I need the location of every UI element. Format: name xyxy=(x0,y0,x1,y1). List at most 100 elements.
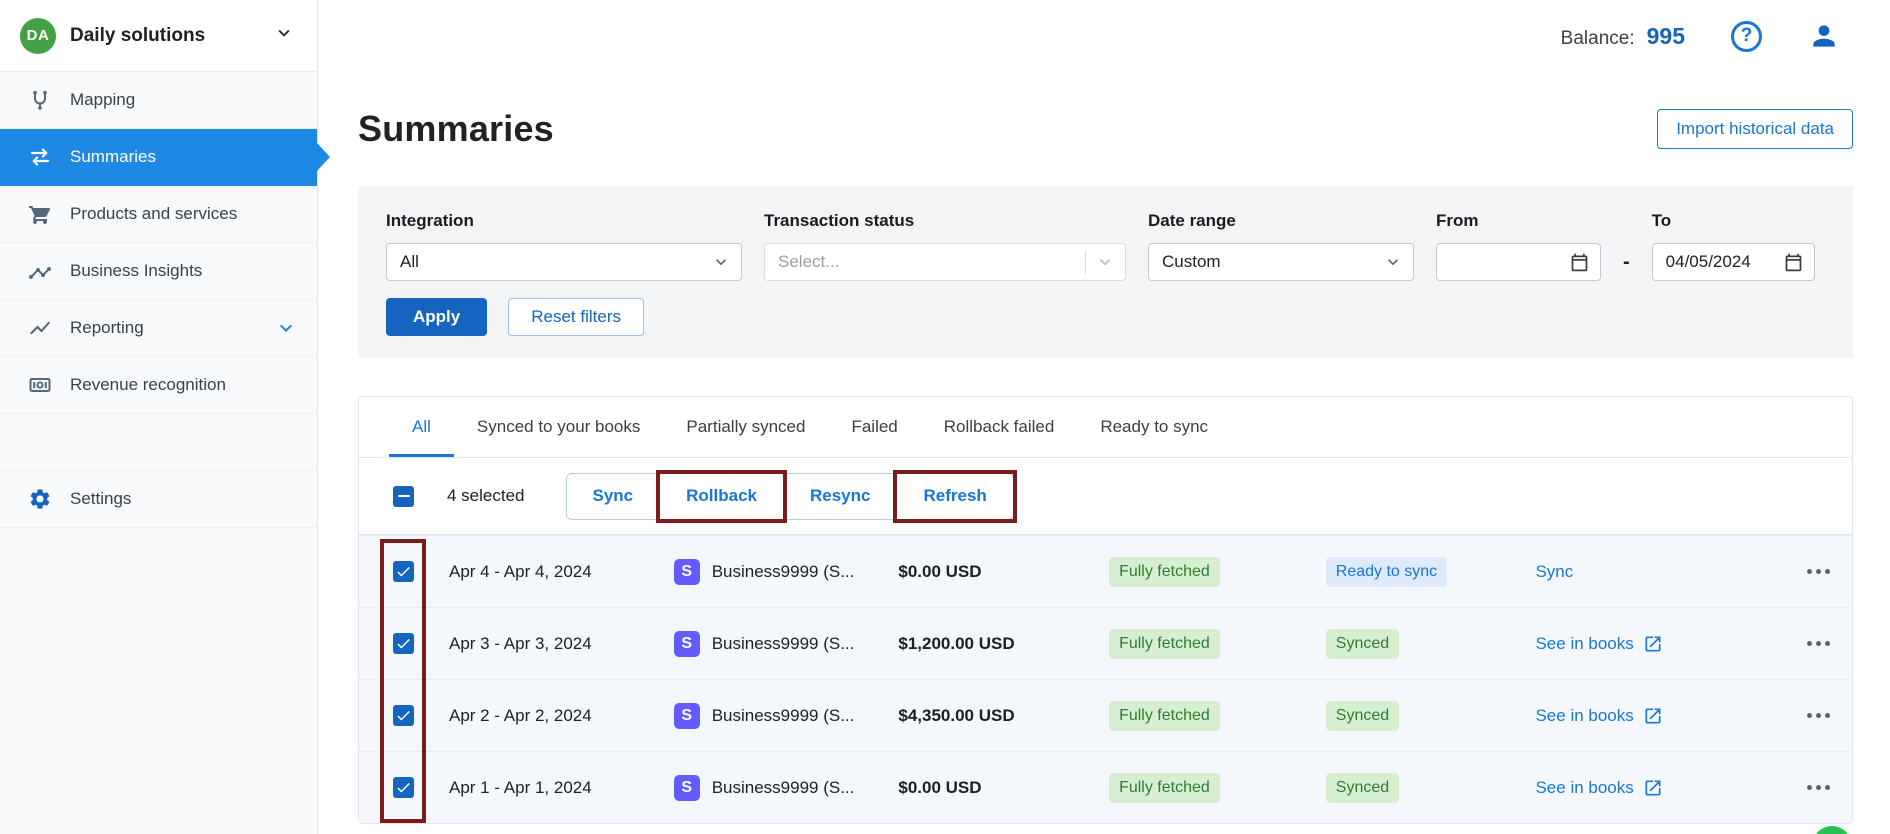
stripe-icon: S xyxy=(673,774,700,801)
chevron-down-icon xyxy=(711,252,731,272)
tab-failed[interactable]: Failed xyxy=(828,397,920,457)
tab-partially-synced[interactable]: Partially synced xyxy=(663,397,828,457)
see-in-books-link[interactable]: See in books xyxy=(1535,706,1662,726)
integration-select[interactable]: All xyxy=(386,243,742,281)
integration-label: Integration xyxy=(386,211,474,230)
user-icon[interactable] xyxy=(1808,20,1840,52)
sidebar-item-summaries[interactable]: Summaries xyxy=(0,129,317,186)
refresh-button[interactable]: Refresh xyxy=(893,469,1018,523)
sync-link[interactable]: Sync xyxy=(1535,562,1573,582)
row-date: Apr 3 - Apr 3, 2024 xyxy=(449,633,592,653)
fetch-status-badge: Fully fetched xyxy=(1109,772,1220,803)
org-name: Daily solutions xyxy=(70,24,206,46)
bulk-actions-group: Sync Rollback Resync Refresh xyxy=(565,469,1018,523)
table-row: Apr 3 - Apr 3, 2024 S Business9999 (S...… xyxy=(359,607,1852,679)
see-in-books-link[interactable]: See in books xyxy=(1535,634,1662,654)
sidebar-item-label: Settings xyxy=(70,489,132,508)
sidebar-item-label: Summaries xyxy=(70,147,156,166)
org-switcher[interactable]: DA Daily solutions xyxy=(0,0,317,72)
stripe-icon: S xyxy=(673,702,700,729)
tab-ready-to-sync[interactable]: Ready to sync xyxy=(1077,397,1231,457)
row-amount: $1,200.00 USD xyxy=(898,633,1015,653)
date-range-select[interactable]: Custom xyxy=(1148,243,1414,281)
see-in-books-link[interactable]: See in books xyxy=(1535,778,1662,798)
sidebar-item-reporting[interactable]: Reporting xyxy=(0,300,317,357)
integration-name: Business9999 (S... xyxy=(711,777,855,797)
reset-filters-button[interactable]: Reset filters xyxy=(508,298,644,336)
topbar: Balance: 995 ? xyxy=(318,0,1890,72)
transaction-status-select[interactable]: Select... xyxy=(764,243,1126,281)
from-date-input[interactable] xyxy=(1450,252,1569,272)
stripe-icon: S xyxy=(673,630,700,657)
sidebar-item-label: Reporting xyxy=(70,318,144,337)
sidebar-item-products-and-services[interactable]: Products and services xyxy=(0,186,317,243)
to-date-input[interactable] xyxy=(1665,252,1783,272)
sync-status-badge: Synced xyxy=(1325,700,1400,731)
integration-name: Business9999 (S... xyxy=(711,705,855,725)
sync-button[interactable]: Sync xyxy=(566,473,660,519)
sidebar-item-mapping[interactable]: Mapping xyxy=(0,72,317,129)
more-options-button[interactable] xyxy=(1807,641,1852,646)
sidebar-item-settings[interactable]: Settings xyxy=(0,471,317,528)
from-label: From xyxy=(1436,211,1479,230)
sidebar-item-label: Business Insights xyxy=(70,261,203,280)
sidebar-item-label: Products and services xyxy=(70,204,238,223)
more-options-button[interactable] xyxy=(1807,569,1852,574)
sidebar-item-revenue-recognition[interactable]: Revenue recognition xyxy=(0,357,317,414)
external-link-icon xyxy=(1645,780,1661,795)
revenue-icon xyxy=(27,373,53,397)
tab-all[interactable]: All xyxy=(389,397,454,457)
from-date-field[interactable] xyxy=(1436,243,1601,281)
row-date: Apr 1 - Apr 1, 2024 xyxy=(449,777,592,797)
to-label: To xyxy=(1651,211,1672,230)
more-options-button[interactable] xyxy=(1807,713,1852,718)
table-row: Apr 2 - Apr 2, 2024 S Business9999 (S...… xyxy=(359,679,1852,751)
resync-button[interactable]: Resync xyxy=(783,473,897,519)
chevron-down-icon xyxy=(1383,252,1403,272)
row-checkbox[interactable] xyxy=(393,777,414,798)
external-link-icon xyxy=(1645,708,1661,723)
row-amount: $0.00 USD xyxy=(898,777,982,797)
summaries-table: All Synced to your books Partially synce… xyxy=(358,396,1853,824)
fetch-status-badge: Fully fetched xyxy=(1109,556,1220,587)
insights-icon xyxy=(27,259,53,283)
sidebar-divider xyxy=(0,414,317,471)
sync-status-badge: Ready to sync xyxy=(1325,556,1448,587)
table-row: Apr 1 - Apr 1, 2024 S Business9999 (S...… xyxy=(359,751,1852,823)
to-date-field[interactable] xyxy=(1651,243,1815,281)
row-checkbox[interactable] xyxy=(393,705,414,726)
transaction-status-label: Transaction status xyxy=(764,211,915,230)
import-historical-data-button[interactable]: Import historical data xyxy=(1657,109,1853,149)
balance-label: Balance: xyxy=(1560,27,1635,49)
help-icon[interactable]: ? xyxy=(1731,20,1762,52)
cart-icon xyxy=(27,202,53,226)
selected-count: 4 selected xyxy=(447,486,525,505)
integration-name: Business9999 (S... xyxy=(711,633,855,653)
chevron-down-icon xyxy=(273,316,299,340)
row-date: Apr 4 - Apr 4, 2024 xyxy=(449,561,592,581)
mapping-icon xyxy=(27,88,53,112)
summaries-icon xyxy=(27,145,53,169)
balance: Balance: 995 xyxy=(1561,23,1685,50)
stripe-icon: S xyxy=(673,558,700,585)
rollback-button[interactable]: Rollback xyxy=(656,469,787,523)
fetch-status-badge: Fully fetched xyxy=(1109,700,1220,731)
calendar-icon[interactable] xyxy=(1783,252,1804,273)
sync-status-badge: Synced xyxy=(1325,772,1400,803)
row-checkbox[interactable] xyxy=(393,633,414,654)
more-options-button[interactable] xyxy=(1807,785,1852,790)
status-tabs: All Synced to your books Partially synce… xyxy=(359,397,1852,458)
tab-synced-to-your-books[interactable]: Synced to your books xyxy=(454,397,663,457)
calendar-icon[interactable] xyxy=(1569,252,1590,273)
row-checkbox[interactable] xyxy=(393,561,414,582)
chevron-down-icon xyxy=(273,22,295,49)
sidebar-item-label: Revenue recognition xyxy=(70,375,226,394)
select-all-checkbox[interactable] xyxy=(393,485,414,507)
apply-button[interactable]: Apply xyxy=(386,298,488,336)
sidebar-item-business-insights[interactable]: Business Insights xyxy=(0,243,317,300)
filters-panel: Integration All Transaction status Selec… xyxy=(358,186,1853,358)
integration-name: Business9999 (S... xyxy=(711,561,855,581)
bulk-actions-toolbar: 4 selected Sync Rollback Resync Refresh xyxy=(359,458,1852,535)
tab-rollback-failed[interactable]: Rollback failed xyxy=(921,397,1078,457)
sidebar: DA Daily solutions Mapping Summaries Pro… xyxy=(0,0,318,834)
